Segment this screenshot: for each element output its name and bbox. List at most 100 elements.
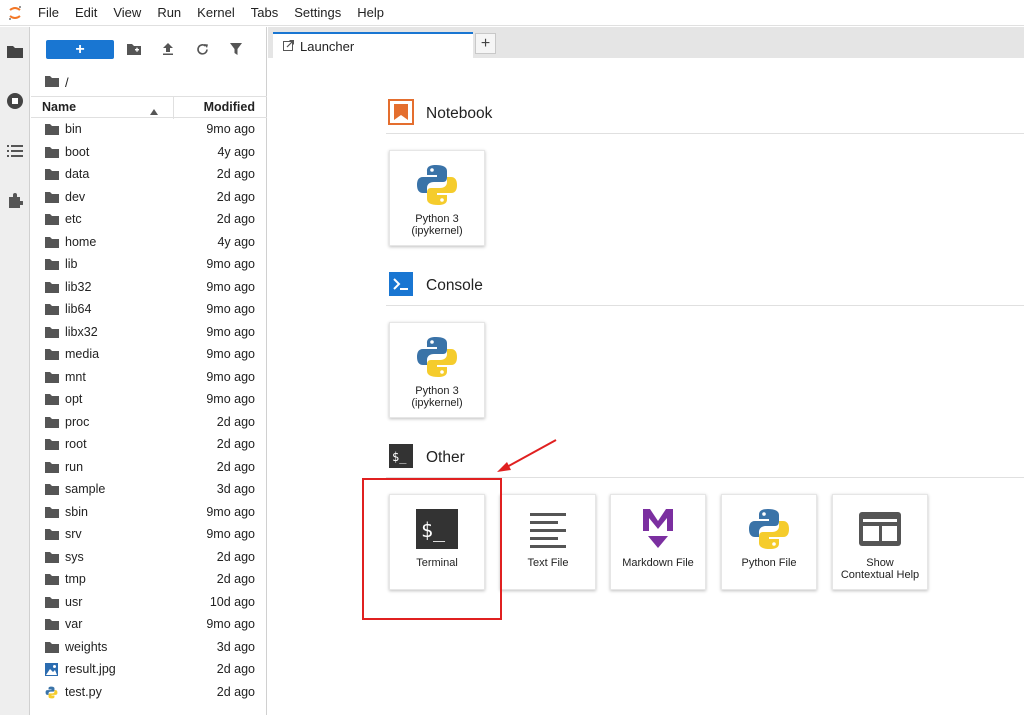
tab-launcher[interactable]: Launcher (273, 32, 473, 58)
folder-icon (45, 596, 59, 609)
folder-icon (45, 461, 59, 474)
file-row[interactable]: tmp 2d ago (31, 568, 267, 591)
activity-bar (0, 27, 30, 715)
filter-icon[interactable] (226, 39, 246, 59)
refresh-icon[interactable] (192, 39, 212, 59)
file-row[interactable]: sys 2d ago (31, 546, 267, 569)
python-file-card[interactable]: Python File (721, 494, 817, 590)
card-label: Python File (741, 557, 797, 569)
folder-icon[interactable] (0, 37, 30, 65)
jupyter-logo-icon (0, 0, 30, 26)
file-name: sbin (65, 504, 88, 519)
notebook-python3-card[interactable]: Python 3 (ipykernel) (389, 150, 485, 246)
file-name: sys (65, 549, 84, 564)
tab-label: Launcher (300, 38, 355, 54)
file-name: data (65, 167, 90, 182)
file-row[interactable]: sample 3d ago (31, 478, 267, 501)
file-modified: 2d ago (216, 212, 255, 227)
file-row[interactable]: proc 2d ago (31, 411, 267, 434)
toc-icon[interactable] (0, 137, 30, 165)
file-name: home (65, 234, 97, 249)
file-name: opt (65, 392, 83, 407)
modified-column-header[interactable]: Modified (204, 100, 255, 114)
python-icon (411, 333, 463, 381)
file-name: libx32 (65, 324, 98, 339)
file-modified: 2d ago (216, 414, 255, 429)
file-modified: 9mo ago (206, 257, 255, 272)
folder-icon (45, 281, 59, 294)
svg-text:$_: $_ (392, 450, 407, 464)
file-row[interactable]: srv 9mo ago (31, 523, 267, 546)
file-row[interactable]: etc 2d ago (31, 208, 267, 231)
markdown-file-card[interactable]: Markdown File (610, 494, 706, 590)
contextual-help-card[interactable]: Show Contextual Help (832, 494, 928, 590)
file-modified: 9mo ago (206, 369, 255, 384)
upload-icon[interactable] (158, 39, 178, 59)
folder-icon (45, 528, 59, 541)
file-modified: 2d ago (216, 549, 255, 564)
menu-settings[interactable]: Settings (286, 0, 349, 26)
menu-help[interactable]: Help (349, 0, 392, 26)
file-row[interactable]: run 2d ago (31, 456, 267, 479)
menu-kernel[interactable]: Kernel (189, 0, 243, 26)
file-row[interactable]: bin 9mo ago (31, 118, 267, 141)
file-row[interactable]: mnt 9mo ago (31, 366, 267, 389)
file-row[interactable]: weights 3d ago (31, 636, 267, 659)
annotation-arrow-icon (497, 439, 557, 472)
menu-file[interactable]: File (30, 0, 67, 26)
file-modified: 9mo ago (206, 392, 255, 407)
menu-tabs[interactable]: Tabs (243, 0, 286, 26)
folder-icon[interactable] (45, 75, 59, 90)
file-row[interactable]: boot 4y ago (31, 141, 267, 164)
file-row[interactable]: root 2d ago (31, 433, 267, 456)
file-row[interactable]: test.py 2d ago (31, 681, 267, 704)
file-row[interactable]: lib32 9mo ago (31, 276, 267, 299)
file-name: srv (65, 527, 82, 542)
file-row[interactable]: sbin 9mo ago (31, 501, 267, 524)
text-file-card[interactable]: Text File (500, 494, 596, 590)
file-name: proc (65, 414, 90, 429)
section-console: Console (388, 271, 483, 302)
file-row[interactable]: result.jpg 2d ago (31, 658, 267, 681)
section-title: Other (426, 449, 465, 466)
console-icon (388, 271, 414, 302)
add-tab-button[interactable]: + (475, 33, 496, 54)
section-title: Console (426, 277, 483, 294)
extension-icon[interactable] (0, 187, 30, 215)
folder-icon (45, 146, 59, 159)
sort-ascending-icon (150, 104, 158, 118)
file-modified: 4y ago (217, 234, 255, 249)
section-divider (386, 305, 1024, 306)
console-python3-card[interactable]: Python 3 (ipykernel) (389, 322, 485, 418)
file-row[interactable]: media 9mo ago (31, 343, 267, 366)
folder-icon (45, 213, 59, 226)
file-row[interactable]: usr 10d ago (31, 591, 267, 614)
new-folder-icon[interactable] (124, 39, 144, 59)
column-divider[interactable] (173, 97, 174, 119)
file-row[interactable]: home 4y ago (31, 231, 267, 254)
breadcrumb-root[interactable]: / (65, 75, 69, 90)
menu-view[interactable]: View (105, 0, 149, 26)
name-column-header[interactable]: Name (42, 100, 76, 114)
file-row[interactable]: lib64 9mo ago (31, 298, 267, 321)
menu-edit[interactable]: Edit (67, 0, 105, 26)
file-row[interactable]: lib 9mo ago (31, 253, 267, 276)
file-row[interactable]: var 9mo ago (31, 613, 267, 636)
contextual-help-icon (854, 505, 906, 553)
new-launcher-button[interactable]: + (46, 40, 114, 59)
python-icon (743, 505, 795, 553)
file-row[interactable]: data 2d ago (31, 163, 267, 186)
file-row[interactable]: opt 9mo ago (31, 388, 267, 411)
file-row[interactable]: libx32 9mo ago (31, 321, 267, 344)
file-list-header: Name Modified (31, 96, 267, 119)
file-modified: 2d ago (216, 572, 255, 587)
section-title: Notebook (426, 105, 493, 122)
file-name: boot (65, 144, 90, 159)
launcher-panel: Notebook Python 3 (ipykernel) Console Py… (268, 58, 1024, 715)
running-icon[interactable] (0, 87, 30, 115)
menu-run[interactable]: Run (149, 0, 189, 26)
folder-icon (45, 168, 59, 181)
file-row[interactable]: dev 2d ago (31, 186, 267, 209)
file-name: bin (65, 122, 82, 137)
file-name: root (65, 437, 87, 452)
